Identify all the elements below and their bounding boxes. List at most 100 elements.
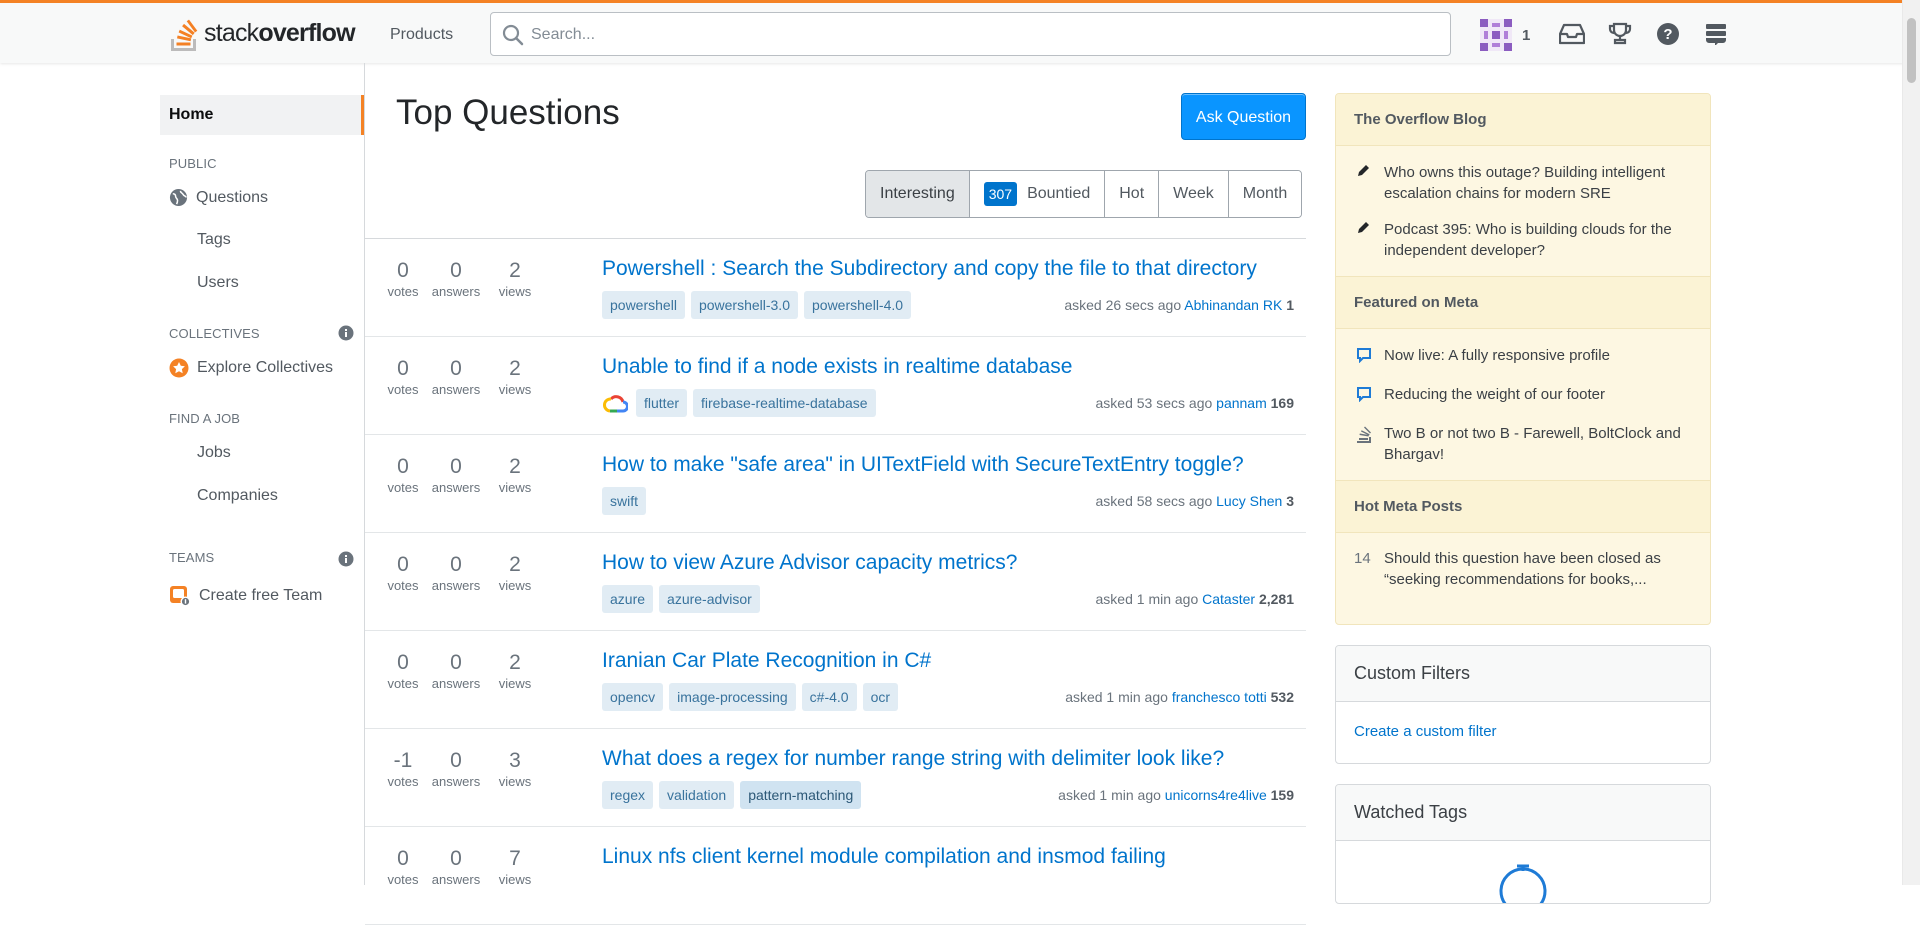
tag-list: azure azure-advisor xyxy=(602,585,766,613)
widget-header: Hot Meta Posts xyxy=(1336,480,1710,533)
tag-opencv[interactable]: opencv xyxy=(602,683,664,711)
sidebar-item-jobs[interactable]: Jobs xyxy=(197,444,231,462)
widget-header: The Overflow Blog xyxy=(1336,94,1710,146)
votes-count: 0 xyxy=(397,847,409,870)
views-count: 3 xyxy=(509,749,521,772)
blog-item-link[interactable]: Who owns this outage? Building intellige… xyxy=(1384,164,1665,202)
sidebar-item-create-team[interactable]: Create free Team xyxy=(169,585,322,607)
sidebar-item-explore-collectives[interactable]: Explore Collectives xyxy=(169,358,333,378)
blog-item[interactable]: Who owns this outage? Building intellige… xyxy=(1336,162,1710,204)
stackoverflow-logo[interactable]: stackoverflow xyxy=(168,12,356,54)
views-stat: 2 views xyxy=(485,455,545,497)
question-list: 0 votes 0 answers 2 views Powershell : S… xyxy=(365,238,1306,925)
tag-firebase-realtime-database[interactable]: firebase-realtime-database xyxy=(693,389,876,417)
tab-hot[interactable]: Hot xyxy=(1105,171,1160,217)
meta-item[interactable]: Two B or not two B - Farewell, BoltClock… xyxy=(1336,423,1710,465)
user-link[interactable]: unicorns4re4live xyxy=(1165,787,1267,803)
asked-time: asked 26 secs ago xyxy=(1064,297,1182,313)
votes-stat: -1 votes xyxy=(373,749,433,791)
sidebar-item-home[interactable]: Home xyxy=(160,95,364,135)
views-stat: 2 views xyxy=(485,357,545,399)
tag-azure[interactable]: azure xyxy=(602,585,654,613)
question-title-link[interactable]: What does a regex for number range strin… xyxy=(602,747,1224,771)
info-icon[interactable] xyxy=(338,551,354,567)
sidebar-item-label: Explore Collectives xyxy=(197,359,334,376)
meta-item-link[interactable]: Two B or not two B - Farewell, BoltClock… xyxy=(1384,425,1681,463)
question-title-link[interactable]: Linux nfs client kernel module compilati… xyxy=(602,845,1166,869)
blog-item-link[interactable]: Podcast 395: Who is building clouds for … xyxy=(1384,221,1672,259)
google-cloud-collective-icon[interactable] xyxy=(602,390,628,416)
answers-label: answers xyxy=(431,872,481,887)
tab-bountied[interactable]: 307 Bountied xyxy=(969,171,1106,217)
votes-count: 0 xyxy=(397,455,409,478)
inbox-icon[interactable] xyxy=(1558,20,1586,48)
tag-azure-advisor[interactable]: azure-advisor xyxy=(659,585,760,613)
scrollbar-thumb[interactable] xyxy=(1907,18,1916,83)
meta-item[interactable]: Now live: A fully responsive profile xyxy=(1336,345,1710,366)
user-link[interactable]: pannam xyxy=(1216,395,1267,411)
site-switcher-icon[interactable] xyxy=(1702,20,1730,48)
question-title-link[interactable]: How to view Azure Advisor capacity metri… xyxy=(602,551,1018,575)
sidebar-item-companies[interactable]: Companies xyxy=(197,487,278,505)
sidebar-item-questions[interactable]: Questions xyxy=(169,188,268,207)
achievements-trophy-icon[interactable] xyxy=(1606,20,1634,48)
tab-week[interactable]: Week xyxy=(1159,171,1229,217)
watched-tags-illustration-icon xyxy=(1499,864,1547,903)
question-title-link[interactable]: Unable to find if a node exists in realt… xyxy=(602,355,1072,379)
votes-count: 0 xyxy=(397,553,409,576)
votes-label: votes xyxy=(387,578,419,593)
hot-meta-link[interactable]: Should this question have been closed as… xyxy=(1384,550,1661,588)
votes-label: votes xyxy=(387,676,419,691)
tag-flutter[interactable]: flutter xyxy=(636,389,688,417)
question-title-link[interactable]: Iranian Car Plate Recognition in C# xyxy=(602,649,931,673)
votes-label: votes xyxy=(387,774,419,789)
tag-image-processing[interactable]: image-processing xyxy=(669,683,796,711)
user-reputation: 169 xyxy=(1270,395,1294,411)
search-input[interactable] xyxy=(529,13,1433,57)
info-icon[interactable] xyxy=(338,325,354,341)
hot-meta-item[interactable]: 14 Should this question have been closed… xyxy=(1336,548,1710,590)
blog-item[interactable]: Podcast 395: Who is building clouds for … xyxy=(1336,219,1710,261)
meta-item-link[interactable]: Reducing the weight of our footer xyxy=(1384,386,1605,403)
tag-powershell-4-0[interactable]: powershell-4.0 xyxy=(804,291,912,319)
meta-item-link[interactable]: Now live: A fully responsive profile xyxy=(1384,347,1610,364)
question-meta: asked 1 min ago franchesco totti 532 xyxy=(1065,689,1294,705)
teams-icon xyxy=(170,586,191,607)
tag-swift[interactable]: swift xyxy=(602,487,646,515)
left-sidebar: Home PUBLIC Questions Tags Users COLLECT… xyxy=(160,63,365,885)
question-title-link[interactable]: Powershell : Search the Subdirectory and… xyxy=(602,257,1257,281)
avatar xyxy=(1480,19,1512,51)
question-row: 0 votes 0 answers 7 views Linux nfs clie… xyxy=(365,827,1306,925)
tab-interesting[interactable]: Interesting xyxy=(866,171,970,217)
tag-powershell-3-0[interactable]: powershell-3.0 xyxy=(690,291,798,319)
tag-c-4-0[interactable]: c#-4.0 xyxy=(801,683,857,711)
search-bar[interactable] xyxy=(490,12,1451,57)
votes-count: 0 xyxy=(397,259,409,282)
tag-powershell[interactable]: powershell xyxy=(602,291,685,319)
page-scrollbar[interactable] xyxy=(1902,0,1920,885)
asked-time: asked 1 min ago xyxy=(1095,591,1199,607)
create-custom-filter-link[interactable]: Create a custom filter xyxy=(1354,723,1497,740)
tag-pattern-matching[interactable]: pattern-matching xyxy=(740,781,862,809)
user-link[interactable]: franchesco totti xyxy=(1172,689,1267,705)
user-link[interactable]: Lucy Shen xyxy=(1216,493,1282,509)
section-label-collectives: COLLECTIVES xyxy=(169,326,260,341)
user-profile-link[interactable]: 1 xyxy=(1480,15,1530,55)
tag-regex[interactable]: regex xyxy=(602,781,654,809)
views-count: 2 xyxy=(509,259,521,282)
ask-question-button[interactable]: Ask Question xyxy=(1181,93,1306,140)
votes-count: -1 xyxy=(393,749,413,772)
user-link[interactable]: Abhinandan RK xyxy=(1184,297,1282,313)
tag-ocr[interactable]: ocr xyxy=(862,683,899,711)
answers-label: answers xyxy=(431,676,481,691)
meta-item[interactable]: Reducing the weight of our footer xyxy=(1336,384,1710,405)
tab-month[interactable]: Month xyxy=(1228,171,1302,217)
user-reputation: 2,281 xyxy=(1258,591,1294,607)
products-link[interactable]: Products xyxy=(376,17,467,53)
user-link[interactable]: Cataster xyxy=(1202,591,1255,607)
sidebar-item-tags[interactable]: Tags xyxy=(197,231,231,249)
help-icon[interactable]: ? xyxy=(1654,20,1682,48)
question-title-link[interactable]: How to make "safe area" in UITextField w… xyxy=(602,453,1244,477)
tag-validation[interactable]: validation xyxy=(659,781,735,809)
sidebar-item-users[interactable]: Users xyxy=(197,274,239,292)
